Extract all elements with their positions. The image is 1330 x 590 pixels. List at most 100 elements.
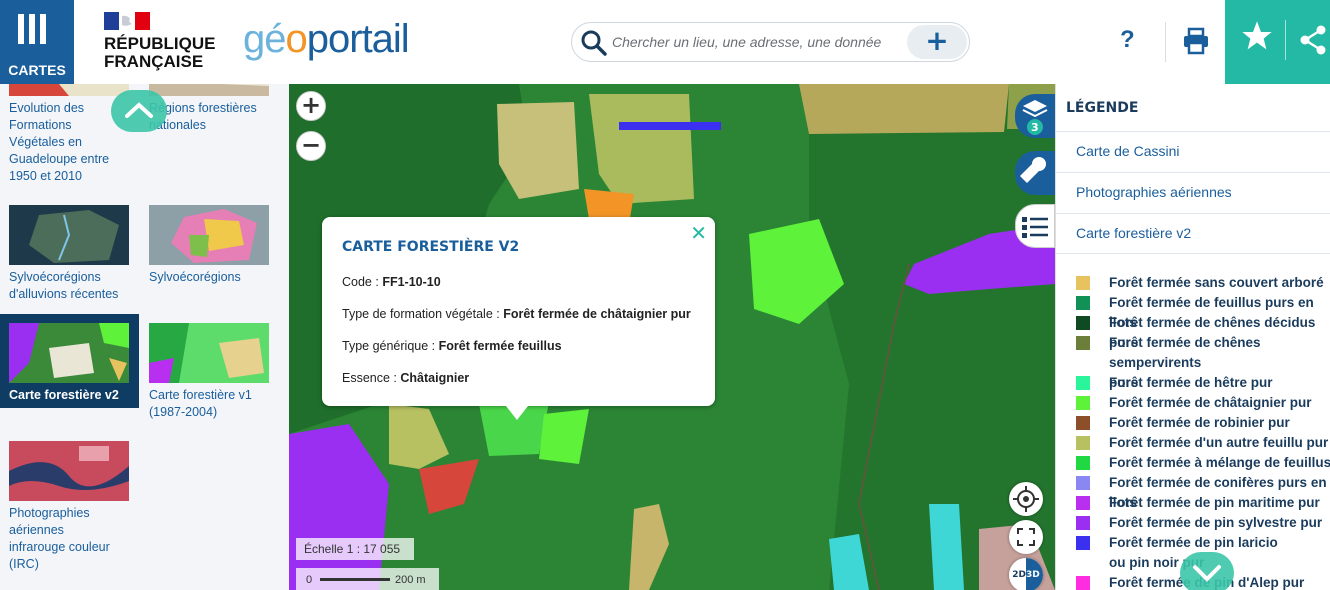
legend-swatch bbox=[1076, 516, 1090, 530]
legend-panel: LÉGENDE Carte de Cassini Photographies a… bbox=[1055, 84, 1330, 590]
scroll-up-button[interactable] bbox=[111, 90, 167, 132]
logo-part-ge: gé bbox=[243, 17, 286, 61]
geoportail-logo[interactable]: géoportail bbox=[243, 14, 410, 64]
popup-row-type-formation: Type de formation végétale : Forêt fermé… bbox=[342, 307, 691, 321]
popup-row-essence: Essence : Châtaignier bbox=[342, 371, 469, 385]
header-divider bbox=[1165, 22, 1166, 62]
legend-layer-label[interactable]: Photographies aériennes bbox=[1076, 184, 1232, 200]
legend-swatch bbox=[1076, 336, 1090, 350]
republique-francaise-logo[interactable]: RÉPUBLIQUE FRANÇAISE bbox=[104, 12, 224, 74]
star-icon[interactable] bbox=[1241, 20, 1273, 52]
thumbnail-regions-forestieres[interactable] bbox=[149, 84, 269, 96]
legend-swatch bbox=[1076, 576, 1090, 590]
catalog-item-cfv2-label[interactable]: Carte forestière v2 bbox=[9, 387, 119, 404]
legend-swatch bbox=[1076, 276, 1090, 290]
print-icon[interactable] bbox=[1182, 27, 1210, 55]
layers-count: 3 bbox=[1031, 121, 1039, 134]
legend-swatch bbox=[1076, 456, 1090, 470]
legend-swatch bbox=[1076, 316, 1090, 330]
locate-button[interactable] bbox=[1009, 482, 1043, 516]
legend-swatch bbox=[1076, 536, 1090, 550]
popup-title: CARTE FORESTIÈRE V2 bbox=[342, 239, 520, 255]
map-catalog-panel: Evolution des Formations Végétales en Gu… bbox=[0, 84, 289, 590]
popup-key: Essence : bbox=[342, 371, 401, 385]
search-bar[interactable]: Chercher un lieu, une adresse, une donné… bbox=[571, 22, 970, 62]
popup-key: Type générique : bbox=[342, 339, 439, 353]
mode-2d[interactable]: 2D bbox=[1009, 558, 1026, 590]
2d-3d-toggle[interactable]: 2D 3D bbox=[1009, 558, 1043, 590]
catalog-item-guadeloupe-label[interactable]: Evolution des Formations Végétales en Gu… bbox=[9, 100, 109, 185]
legend-layer-photos[interactable]: Photographies aériennes bbox=[1056, 172, 1330, 213]
thumbnail-carte-forestiere-v2[interactable] bbox=[9, 323, 129, 383]
legend-list-icon bbox=[1022, 217, 1048, 238]
legend-swatch bbox=[1076, 296, 1090, 310]
catalog-item-photos-irc-label[interactable]: Photographies aériennes infrarouge coule… bbox=[9, 505, 110, 573]
popup-value: Châtaignier bbox=[400, 371, 470, 385]
layers-button[interactable]: 3 bbox=[1015, 94, 1055, 138]
zoom-in-button[interactable]: + bbox=[296, 91, 326, 121]
legend-item-label: Forêt fermée à mélange de feuillus bbox=[1109, 455, 1330, 470]
scale-bar-end: 200 m bbox=[395, 574, 426, 586]
catalog-item-sylvoecoregions-label[interactable]: Sylvoécorégions bbox=[149, 269, 241, 286]
chevron-up-icon bbox=[125, 102, 153, 118]
legend-swatch bbox=[1076, 476, 1090, 490]
legend-layer-label[interactable]: Carte forestière v2 bbox=[1076, 225, 1191, 241]
scale-line bbox=[320, 578, 390, 581]
geoportail-app: CARTES RÉPUBLIQUE FRANÇAISE géoportail C… bbox=[0, 0, 1330, 590]
logo-part-portail: portail bbox=[306, 17, 410, 61]
cartes-menu-button[interactable]: CARTES bbox=[0, 0, 74, 84]
thumbnail-photos-irc[interactable] bbox=[9, 441, 129, 501]
catalog-item-cfv1-label[interactable]: Carte forestière v1 (1987-2004) bbox=[149, 387, 252, 421]
logo-part-o: o bbox=[285, 17, 308, 61]
locate-icon bbox=[1013, 486, 1039, 512]
popup-row-type-generique: Type générique : Forêt fermée feuillus bbox=[342, 339, 562, 353]
marianne-flag-icon bbox=[104, 12, 150, 30]
popup-key: Type de formation végétale : bbox=[342, 307, 504, 321]
legend-title: LÉGENDE bbox=[1066, 100, 1139, 116]
legend-item-label: Forêt fermée sans couvert arboré bbox=[1109, 275, 1324, 290]
scale-text: Échelle 1 : 17 055 bbox=[296, 538, 414, 560]
search-input[interactable]: Chercher un lieu, une adresse, une donné… bbox=[612, 34, 881, 50]
popup-row-code: Code : FF1-10-10 bbox=[342, 275, 441, 289]
popup-value: Forêt fermée feuillus bbox=[438, 339, 562, 353]
legend-button[interactable] bbox=[1015, 204, 1055, 248]
tools-button[interactable] bbox=[1015, 151, 1055, 195]
action-divider bbox=[1285, 20, 1286, 60]
advanced-search-button[interactable]: + bbox=[907, 25, 967, 59]
header: CARTES RÉPUBLIQUE FRANÇAISE géoportail C… bbox=[0, 0, 1330, 84]
scale-bar-start: 0 bbox=[306, 574, 313, 586]
legend-swatch bbox=[1076, 496, 1090, 510]
scroll-down-button[interactable] bbox=[1180, 552, 1234, 590]
legend-layer-label[interactable]: Carte de Cassini bbox=[1076, 143, 1180, 159]
legend-layer-cfv2[interactable]: Carte forestière v2 bbox=[1056, 213, 1330, 254]
mode-3d[interactable]: 3D bbox=[1026, 558, 1043, 590]
legend-item-label: Forêt fermée de châtaignier pur bbox=[1109, 395, 1312, 410]
search-icon bbox=[581, 30, 607, 56]
catalog-item-sylvo-alluvions-label[interactable]: Sylvoécorégions d'alluvions récentes bbox=[9, 269, 118, 303]
wrench-icon bbox=[1020, 157, 1046, 183]
zoom-out-button[interactable]: − bbox=[296, 131, 326, 161]
fullscreen-button[interactable] bbox=[1009, 520, 1043, 554]
thumbnail-sylvo-alluvions[interactable] bbox=[9, 205, 129, 265]
legend-swatch bbox=[1076, 436, 1090, 450]
popup-value: Forêt fermée de châtaignier pur bbox=[503, 307, 691, 321]
popup-key: Code : bbox=[342, 275, 383, 289]
thumbnail-sylvoecoregions[interactable] bbox=[149, 205, 269, 265]
share-icon[interactable] bbox=[1299, 24, 1327, 56]
legend-item-label: Forêt fermée de hêtre pur bbox=[1109, 375, 1273, 390]
legend-item-label: Forêt fermée de pin sylvestre pur bbox=[1109, 515, 1323, 530]
chevron-down-icon bbox=[1193, 565, 1221, 582]
legend-item-label: Forêt fermée d'un autre feuillu pur bbox=[1109, 435, 1329, 450]
legend-swatch bbox=[1076, 396, 1090, 410]
popup-close-button[interactable]: ✕ bbox=[690, 221, 707, 245]
map-view[interactable]: + − 3 CARTE FORESTIÈRE V2 ✕ Code : FF1-1… bbox=[289, 84, 1055, 590]
fullscreen-icon bbox=[1017, 528, 1035, 546]
feature-info-popup: CARTE FORESTIÈRE V2 ✕ Code : FF1-10-10 T… bbox=[322, 217, 715, 420]
legend-layer-cassini[interactable]: Carte de Cassini bbox=[1056, 131, 1330, 172]
republique-text: RÉPUBLIQUE FRANÇAISE bbox=[104, 34, 216, 71]
popup-pointer bbox=[506, 406, 528, 420]
menu-icon bbox=[18, 14, 47, 44]
menu-label: CARTES bbox=[8, 62, 66, 78]
help-button[interactable]: ? bbox=[1120, 26, 1135, 54]
thumbnail-carte-forestiere-v1[interactable] bbox=[149, 323, 269, 383]
